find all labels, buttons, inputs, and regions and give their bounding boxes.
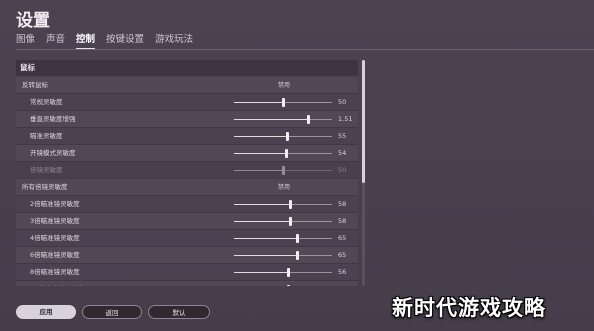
settings-row-slider: 8倍瞄准镜灵敏度 56 (16, 264, 358, 281)
slider-value: 55 (338, 132, 347, 140)
tab-graphics[interactable]: 图像 (16, 31, 35, 49)
setting-label: 开镜模式灵敏度 (30, 149, 76, 157)
settings-row-slider: 开镜模式灵敏度 54 (16, 145, 358, 162)
setting-label: 反转鼠标 (22, 81, 48, 89)
tab-keybindings[interactable]: 按键设置 (106, 31, 144, 49)
setting-label: 2倍瞄准镜灵敏度 (30, 200, 80, 208)
section-header-mouse: 鼠标 (16, 60, 358, 76)
slider-track[interactable] (234, 217, 332, 226)
apply-button[interactable]: 应用 (16, 305, 76, 319)
setting-label: 15倍瞄准镜灵敏度 (30, 281, 84, 286)
slider-fill (234, 153, 287, 154)
slider-fill (234, 221, 291, 222)
settings-row-toggle: 所有倍镜灵敏度 禁用 (16, 179, 358, 196)
setting-label: 瞄准灵敏度 (30, 132, 63, 140)
settings-tabs: 图像 声音 控制 按键设置 游戏玩法 (16, 31, 204, 49)
setting-label: 倍镜灵敏度 (30, 166, 63, 174)
slider-fill (234, 238, 298, 239)
tab-sound[interactable]: 声音 (46, 31, 65, 49)
slider-handle[interactable] (281, 166, 285, 175)
slider-track[interactable] (234, 149, 332, 158)
settings-row-slider: 3倍瞄准镜灵敏度 58 (16, 213, 358, 230)
toggle-value[interactable]: 禁用 (278, 179, 290, 196)
slider-value: 58 (338, 200, 347, 208)
back-button[interactable]: 返回 (82, 305, 142, 319)
slider-track[interactable] (234, 132, 332, 141)
slider-track[interactable] (234, 115, 332, 124)
scrollbar-thumb[interactable] (362, 60, 365, 183)
slider-handle[interactable] (296, 234, 300, 243)
slider-handle[interactable] (296, 251, 300, 260)
slider-fill (234, 102, 283, 103)
page-title: 设置 (16, 11, 50, 31)
slider-fill (234, 119, 309, 120)
slider-fill (234, 204, 291, 205)
slider-track[interactable] (234, 166, 332, 175)
slider-track[interactable] (234, 268, 332, 277)
settings-row-toggle: 反转鼠标 禁用 (16, 77, 358, 94)
default-button[interactable]: 默认 (148, 305, 210, 319)
setting-label: 垂直灵敏度增强 (30, 115, 76, 123)
settings-list: 反转鼠标 禁用 常规灵敏度 50 垂直灵敏度增强 1.51 瞄准灵敏度 55 开镜模式灵敏度 54… (16, 77, 358, 286)
slider-fill (234, 170, 283, 171)
slider-handle[interactable] (289, 200, 293, 209)
settings-row-slider: 2倍瞄准镜灵敏度 58 (16, 196, 358, 213)
settings-row-slider: 倍镜灵敏度 50 (16, 162, 358, 179)
settings-row-slider: 常规灵敏度 50 (16, 94, 358, 111)
slider-value: 65 (338, 234, 347, 242)
setting-label: 8倍瞄准镜灵敏度 (30, 268, 80, 276)
slider-value: 50 (338, 166, 347, 174)
slider-value: 50 (338, 98, 347, 106)
slider-handle[interactable] (287, 268, 291, 277)
tab-controls[interactable]: 控制 (76, 31, 96, 49)
tabs-divider (16, 49, 594, 50)
slider-handle[interactable] (289, 217, 293, 226)
slider-fill (234, 255, 298, 256)
slider-handle[interactable] (285, 149, 289, 158)
settings-row-slider: 6倍瞄准镜灵敏度 65 (16, 247, 358, 264)
slider-fill (234, 272, 289, 273)
watermark-logo: 新时代游戏攻略 (392, 296, 546, 320)
slider-value: 56 (338, 268, 347, 276)
setting-label: 3倍瞄准镜灵敏度 (30, 217, 80, 225)
slider-track[interactable] (234, 234, 332, 243)
toggle-value[interactable]: 禁用 (278, 77, 290, 94)
setting-label: 常规灵敏度 (30, 98, 63, 106)
slider-handle[interactable] (281, 98, 285, 107)
settings-row-slider: 15倍瞄准镜灵敏度 56 (16, 281, 358, 286)
slider-value: 1.51 (338, 115, 353, 123)
slider-value: 58 (338, 217, 347, 225)
slider-handle[interactable] (306, 115, 310, 124)
setting-label: 6倍瞄准镜灵敏度 (30, 251, 80, 259)
slider-track[interactable] (234, 98, 332, 107)
setting-label: 所有倍镜灵敏度 (22, 183, 68, 191)
slider-value: 56 (338, 281, 346, 286)
slider-value: 54 (338, 149, 347, 157)
slider-fill (234, 136, 288, 137)
tab-gameplay[interactable]: 游戏玩法 (155, 31, 193, 49)
slider-value: 65 (338, 251, 347, 259)
slider-track[interactable] (234, 200, 332, 209)
settings-row-slider: 垂直灵敏度增强 1.51 (16, 111, 358, 128)
slider-handle[interactable] (287, 285, 291, 286)
settings-row-slider: 瞄准灵敏度 55 (16, 128, 358, 145)
footer-buttons: 应用 返回 默认 (16, 305, 210, 319)
setting-label: 4倍瞄准镜灵敏度 (30, 234, 80, 242)
slider-track[interactable] (234, 251, 332, 260)
settings-row-slider: 4倍瞄准镜灵敏度 65 (16, 230, 358, 247)
slider-handle[interactable] (286, 132, 290, 141)
